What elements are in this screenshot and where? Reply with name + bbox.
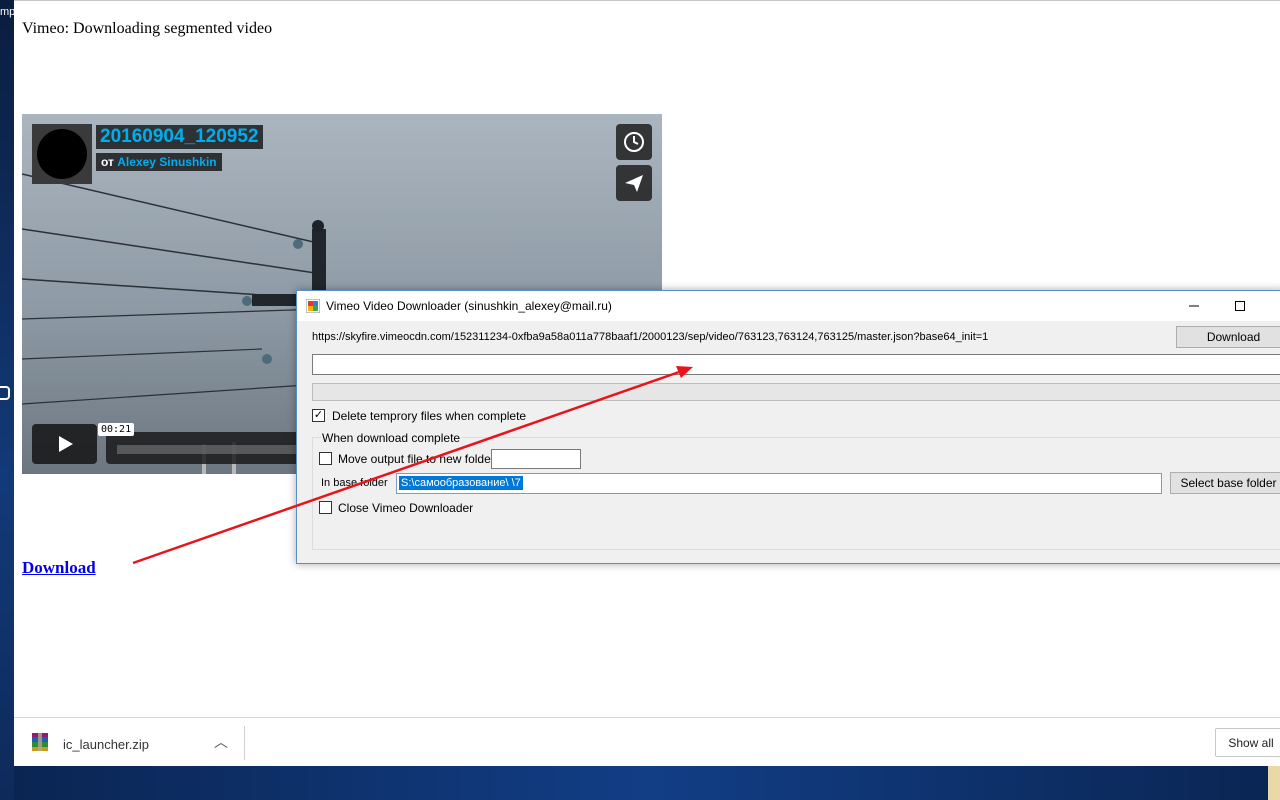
desktop-edge-glyph xyxy=(0,386,10,400)
download-file-name[interactable]: ic_launcher.zip xyxy=(63,737,149,752)
download-button[interactable]: Download xyxy=(1176,326,1280,348)
watch-later-button[interactable] xyxy=(616,124,652,160)
video-title[interactable]: 20160904_120952 xyxy=(96,125,263,149)
video-byline: от Alexey Sinushkin xyxy=(96,153,222,171)
chevron-up-icon[interactable]: ︿ xyxy=(214,732,228,752)
zip-archive-icon xyxy=(32,733,48,751)
share-button[interactable] xyxy=(616,165,652,201)
new-folder-input[interactable] xyxy=(491,449,581,469)
shelf-divider xyxy=(244,726,245,760)
url-input[interactable] xyxy=(312,354,1280,375)
author-link[interactable]: Alexey Sinushkin xyxy=(117,155,216,169)
download-link[interactable]: Download xyxy=(22,558,96,578)
base-folder-value: S:\самообразование\ \7 xyxy=(399,476,523,490)
maximize-icon xyxy=(1235,301,1245,311)
show-all-button[interactable]: Show all xyxy=(1215,728,1280,757)
clock-icon xyxy=(624,132,644,152)
desktop-edge-text: mp xyxy=(0,6,16,18)
downloader-window: Vimeo Video Downloader (sinushkin_alexey… xyxy=(296,290,1280,564)
download-progress-bar xyxy=(312,383,1280,401)
play-button[interactable] xyxy=(32,424,97,464)
move-output-checkbox[interactable] xyxy=(319,452,332,465)
taskbar-corner xyxy=(1268,766,1280,800)
windows-taskbar xyxy=(14,766,1280,800)
close-downloader-label: Close Vimeo Downloader xyxy=(338,501,474,515)
video-url-label: https://skyfire.vimeocdn.com/152311234-0… xyxy=(312,331,989,343)
delete-temp-checkbox[interactable]: ✓ xyxy=(312,409,325,422)
downloads-shelf: ic_launcher.zip ︿ Show all xyxy=(14,717,1280,766)
close-button[interactable] xyxy=(1263,291,1280,321)
page-heading: Vimeo: Downloading segmented video xyxy=(22,20,273,37)
app-icon xyxy=(306,299,320,313)
base-folder-input[interactable]: S:\самообразование\ \7 xyxy=(396,473,1162,494)
paper-plane-icon xyxy=(625,175,643,192)
close-downloader-checkbox[interactable] xyxy=(319,501,332,514)
window-titlebar[interactable]: Vimeo Video Downloader (sinushkin_alexey… xyxy=(297,291,1280,321)
completion-group-label: When download complete xyxy=(321,431,462,445)
maximize-button[interactable] xyxy=(1217,291,1263,321)
author-avatar-frame[interactable] xyxy=(32,124,92,184)
minimize-button[interactable] xyxy=(1171,291,1217,321)
delete-temp-label: Delete temprory files when complete xyxy=(332,409,527,423)
move-output-label: Move output file to new folder xyxy=(338,452,495,466)
timecode-tooltip: 00:21 xyxy=(98,423,135,436)
avatar xyxy=(37,129,87,179)
play-icon xyxy=(58,436,73,452)
select-base-folder-button[interactable]: Select base folder xyxy=(1170,472,1280,494)
window-title: Vimeo Video Downloader (sinushkin_alexey… xyxy=(326,299,612,313)
desktop-background: mp xyxy=(0,0,16,800)
byline-prefix: от xyxy=(101,155,114,169)
base-folder-label: In base folder xyxy=(321,477,388,489)
minimize-icon xyxy=(1189,305,1199,307)
